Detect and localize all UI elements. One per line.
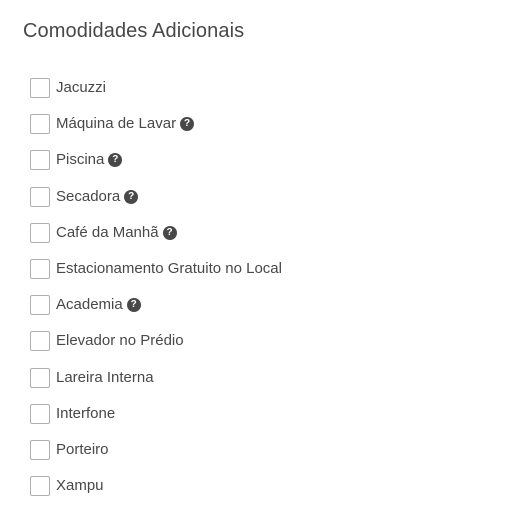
amenity-item[interactable]: Lareira Interna — [30, 360, 282, 396]
amenity-item[interactable]: Máquina de Lavar? — [30, 106, 282, 142]
amenity-item[interactable]: Café da Manhã? — [30, 215, 282, 251]
amenity-checkbox[interactable] — [30, 403, 50, 424]
amenity-label: Piscina — [56, 151, 105, 169]
amenity-checkbox[interactable] — [30, 295, 50, 316]
amenity-item[interactable]: Porteiro — [30, 432, 282, 468]
amenity-checkbox[interactable] — [30, 222, 50, 243]
amenity-checkbox[interactable] — [30, 476, 50, 497]
help-icon[interactable]: ? — [126, 298, 141, 313]
amenity-checkbox[interactable] — [30, 114, 50, 135]
amenity-item[interactable]: Estacionamento Gratuito no Local — [30, 251, 282, 287]
amenity-item[interactable]: Academia? — [30, 287, 282, 323]
amenity-list: Jacuzzi Máquina de Lavar? Piscina? Secadora… — [30, 70, 282, 504]
amenity-checkbox[interactable] — [30, 439, 50, 460]
help-icon[interactable]: ? — [108, 153, 123, 168]
amenity-checkbox[interactable] — [30, 331, 50, 352]
amenity-item[interactable]: Interfone — [30, 396, 282, 432]
amenity-item[interactable]: Xampu — [30, 468, 282, 504]
help-icon[interactable]: ? — [180, 117, 195, 132]
amenity-label: Máquina de Lavar — [56, 115, 177, 133]
amenity-checkbox[interactable] — [30, 367, 50, 388]
help-icon[interactable]: ? — [124, 189, 139, 204]
help-icon[interactable]: ? — [162, 225, 177, 240]
amenity-label: Academia — [56, 296, 123, 314]
amenity-label: Secadora — [56, 187, 121, 205]
amenity-label: Lareira Interna — [56, 368, 154, 386]
amenity-checkbox[interactable] — [30, 186, 50, 207]
amenity-item[interactable]: Secadora? — [30, 179, 282, 215]
amenity-label: Estacionamento Gratuito no Local — [56, 260, 282, 278]
amenity-item[interactable]: Piscina? — [30, 142, 282, 178]
amenity-checkbox[interactable] — [30, 259, 50, 280]
amenity-label: Interfone — [56, 404, 116, 422]
additional-amenities-section: Comodidades Adicionais Jacuzzi Máquina de… — [0, 0, 522, 525]
amenity-checkbox[interactable] — [30, 78, 50, 99]
amenity-label: Café da Manhã — [56, 223, 159, 241]
amenity-item[interactable]: Jacuzzi — [30, 70, 282, 106]
amenity-checkbox[interactable] — [30, 150, 50, 171]
amenity-label: Jacuzzi — [56, 79, 107, 97]
amenity-item[interactable]: Elevador no Prédio — [30, 323, 282, 359]
section-title: Comodidades Adicionais — [23, 20, 245, 42]
amenity-label: Xampu — [56, 477, 104, 495]
amenity-label: Elevador no Prédio — [56, 332, 184, 350]
amenity-label: Porteiro — [56, 440, 109, 458]
